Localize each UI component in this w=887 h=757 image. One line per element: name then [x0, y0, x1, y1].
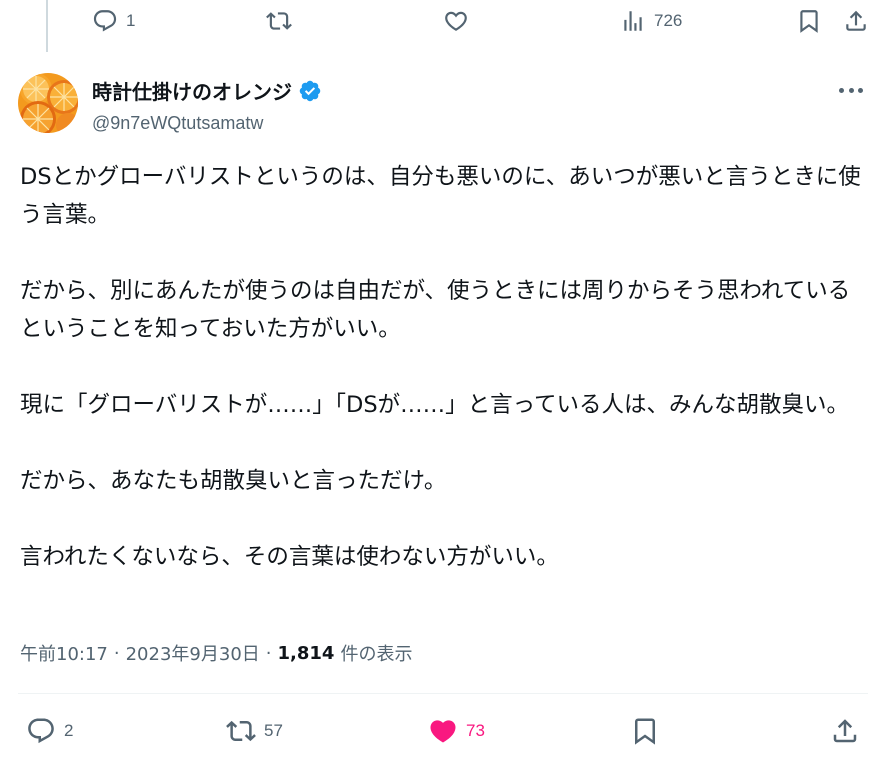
reply-button[interactable]: 2	[26, 716, 73, 746]
tweet-paragraph-1: DSとかグローバリストというのは、自分も悪いのに、あいつが悪いと言うときに使う言…	[20, 164, 861, 228]
more-icon	[839, 87, 844, 93]
views-icon	[620, 8, 646, 34]
tweet-text: DSとかグローバリストというのは、自分も悪いのに、あいつが悪いと言うときに使う言…	[20, 158, 872, 576]
tweet-meta: 午前10:17 · 2023年9月30日 · 1,814 件の表示	[20, 640, 412, 666]
like-icon	[443, 8, 469, 34]
more-options-button[interactable]	[837, 80, 865, 100]
share-button[interactable]	[830, 716, 860, 746]
bookmark-button[interactable]	[630, 716, 660, 746]
orange-slices-avatar-icon	[18, 73, 78, 133]
bookmark-icon	[796, 8, 822, 34]
author-handle[interactable]: @9n7eWQtutsamatw	[92, 113, 322, 134]
share-icon	[830, 716, 860, 746]
bookmark-icon	[630, 716, 660, 746]
reply-count: 2	[64, 721, 74, 740]
author-display-name[interactable]: 時計仕掛けのオレンジ	[92, 76, 292, 105]
retweet-count: 57	[264, 721, 283, 740]
like-icon	[428, 716, 458, 746]
previous-reply-count: 1	[126, 11, 136, 30]
author-block: 時計仕掛けのオレンジ @9n7eWQtutsamatw	[92, 76, 322, 134]
tweet-paragraph-4: だから、あなたも胡散臭いと言っただけ。	[20, 468, 447, 494]
avatar[interactable]	[18, 73, 78, 133]
tweet-views-count[interactable]: 1,814	[278, 643, 335, 664]
tweet-paragraph-2: だから、別にあんたが使うのは自由だが、使うときには周りからそう思われているという…	[20, 278, 851, 342]
divider	[18, 693, 868, 694]
previous-views-count: 726	[654, 11, 683, 30]
tweet-date[interactable]: 2023年9月30日	[126, 640, 260, 666]
like-button[interactable]: 73	[428, 716, 485, 746]
tweet-paragraph-3: 現に「グローバリストが……」「DSが……」と言っている人は、みんな胡散臭い。	[20, 392, 850, 418]
reply-icon	[26, 716, 56, 746]
tweet-time[interactable]: 午前10:17	[20, 640, 108, 666]
tweet-views-label[interactable]: 件の表示	[340, 640, 412, 666]
reply-icon	[92, 8, 118, 34]
previous-views-button[interactable]: 726	[620, 8, 682, 34]
verified-icon[interactable]	[298, 79, 322, 103]
previous-share-button[interactable]	[843, 8, 869, 34]
previous-reply-button[interactable]: 1	[92, 8, 135, 34]
retweet-button[interactable]: 57	[226, 716, 283, 746]
meta-separator-2: ·	[265, 642, 272, 664]
previous-like-button[interactable]	[443, 8, 469, 34]
author-name-row: 時計仕掛けのオレンジ	[92, 76, 322, 105]
previous-bookmark-button[interactable]	[796, 8, 822, 34]
retweet-icon	[266, 8, 292, 34]
previous-retweet-button[interactable]	[266, 8, 292, 34]
tweet-action-bar: 2 57 73	[0, 712, 887, 750]
like-count: 73	[466, 721, 485, 740]
previous-tweet-action-bar: 1 726	[0, 8, 887, 42]
share-icon	[843, 8, 869, 34]
tweet-paragraph-5: 言われたくないなら、その言葉は使わない方がいい。	[20, 544, 559, 570]
retweet-icon	[226, 716, 256, 746]
meta-separator: ·	[113, 642, 120, 664]
